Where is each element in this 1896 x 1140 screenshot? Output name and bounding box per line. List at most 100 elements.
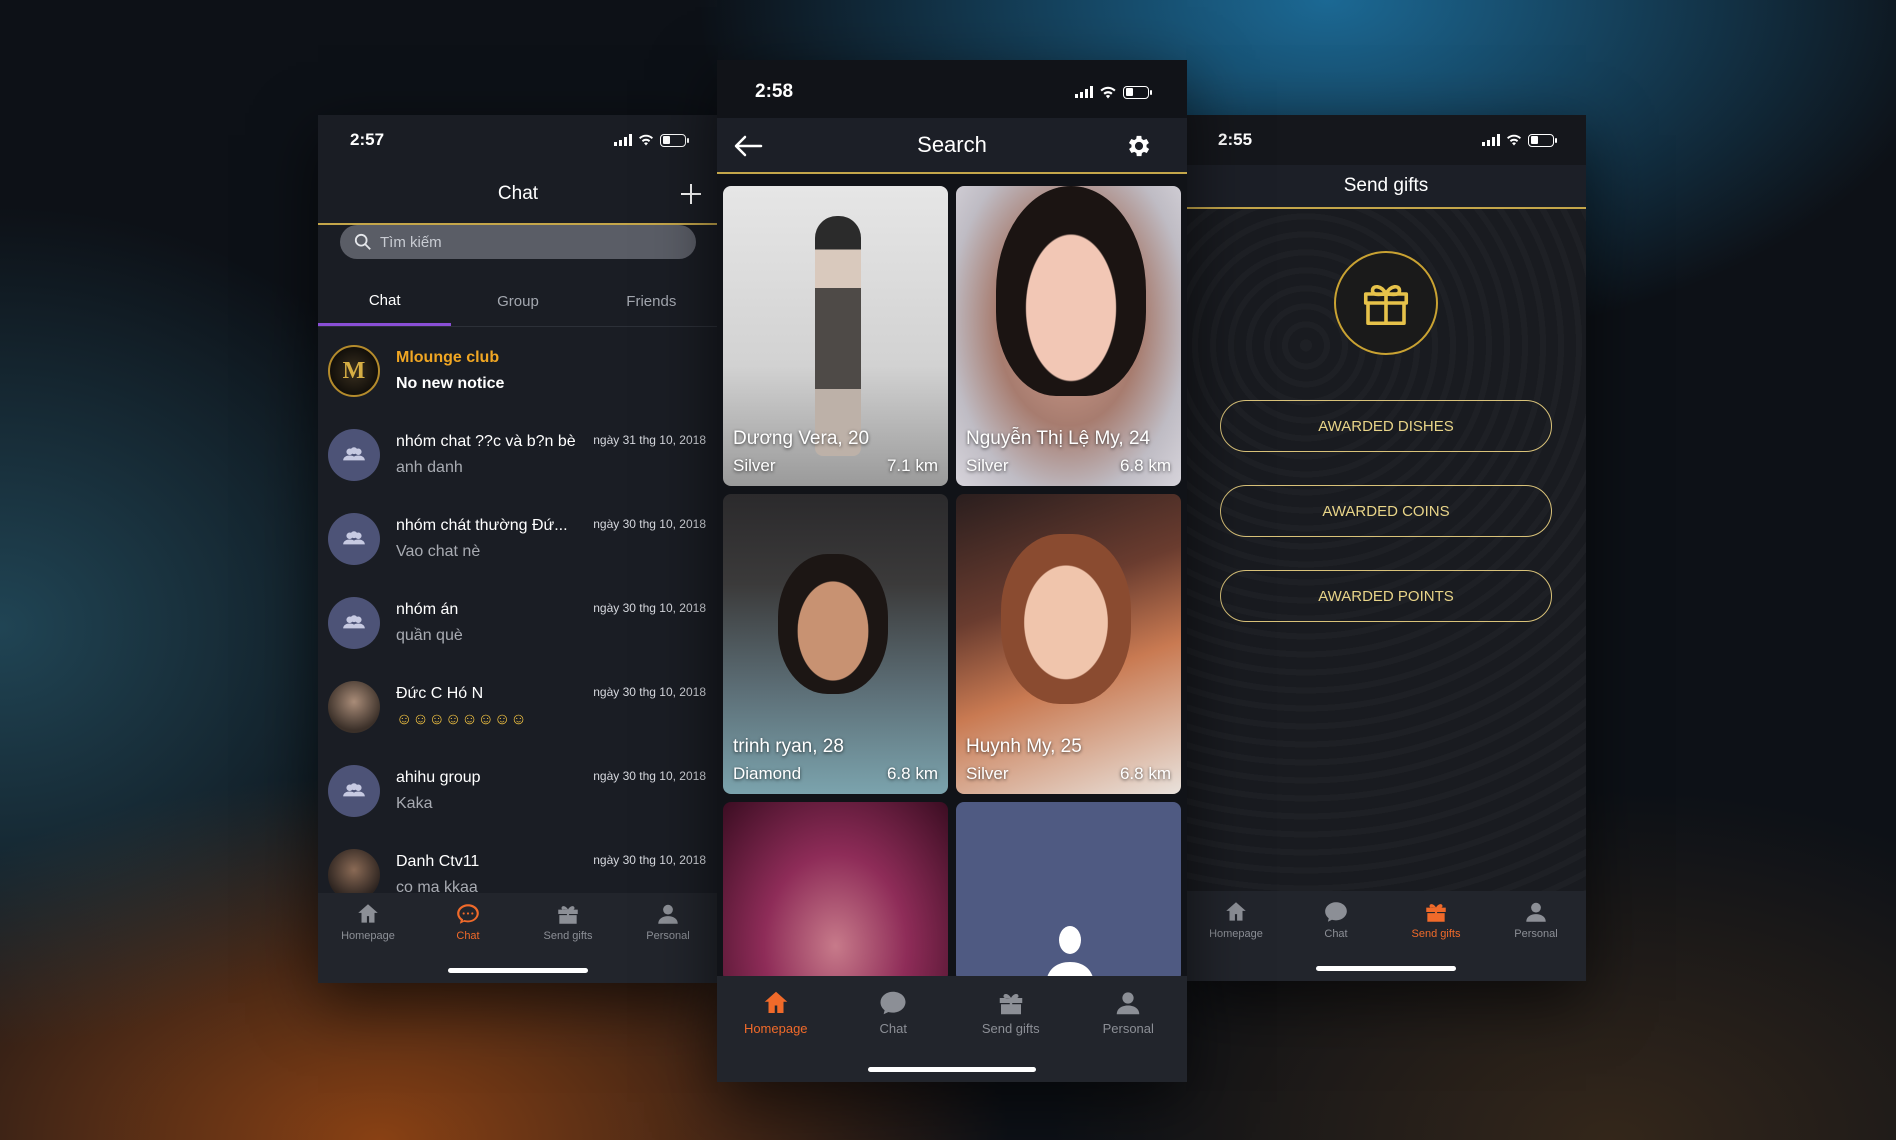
tab-chat[interactable]: Chat: [318, 277, 452, 326]
list-item[interactable]: nhóm chát thường Đứ... Vao chat nè ngày …: [318, 497, 718, 581]
chat-screen: 2:57 Chat Tìm kiếm Chat Group Friends M …: [318, 115, 718, 983]
battery-icon: [1123, 85, 1152, 99]
status-time: 2:55: [1218, 130, 1253, 149]
default-avatar-icon: [1046, 926, 1094, 982]
chat-list: M Mlounge club No new notice nhóm chat ?…: [318, 329, 718, 917]
person-icon: [658, 904, 678, 924]
person-icon: [1526, 902, 1546, 922]
tab-homepage[interactable]: Homepage: [717, 976, 835, 1082]
list-item[interactable]: nhóm chat ??c và b?n bè anh danh ngày 31…: [318, 413, 718, 497]
signal-icon: [1482, 134, 1500, 146]
profile-name: Huynh My, 25: [966, 736, 1082, 757]
profile-card[interactable]: trinh ryan, 28 Diamond 6.8 km: [723, 494, 948, 794]
tab-label: Homepage: [341, 930, 395, 942]
tab-personal[interactable]: Personal: [1486, 891, 1586, 981]
tab-label: Chat: [1324, 928, 1348, 940]
chat-message: Kaka: [396, 795, 433, 812]
tab-homepage[interactable]: Homepage: [1186, 891, 1286, 981]
page-title: Chat: [497, 183, 539, 204]
awarded-coins-button[interactable]: AWARDED COINS: [1220, 485, 1552, 537]
back-arrow-icon[interactable]: [733, 134, 763, 158]
tab-label: Send gifts: [543, 930, 593, 942]
group-icon: [328, 513, 380, 565]
avatar: [328, 681, 380, 733]
tab-homepage[interactable]: Homepage: [318, 893, 418, 983]
profile-distance: 6.8 km: [886, 764, 938, 783]
chat-message: anh danh: [396, 459, 463, 476]
status-icons: [1075, 85, 1152, 99]
search-screen: 2:58 Search Dương Vera, 20 Silver 7.1 km…: [717, 60, 1187, 1082]
wifi-icon: [1100, 86, 1116, 98]
gift-badge: [1334, 251, 1438, 355]
tab-label: Chat: [456, 930, 480, 942]
home-indicator: [1316, 966, 1456, 971]
list-item[interactable]: nhóm án quần què ngày 30 thg 10, 2018: [318, 581, 718, 665]
chat-date: ngày 30 thg 10, 2018: [593, 517, 706, 531]
profile-distance: 6.8 km: [1119, 456, 1171, 475]
tab-label: Personal: [1102, 1021, 1154, 1036]
list-item[interactable]: ahihu group Kaka ngày 30 thg 10, 2018: [318, 749, 718, 833]
home-indicator: [868, 1067, 1036, 1072]
search-icon: [354, 233, 371, 250]
profile-name: Nguyễn Thị Lệ My, 24: [966, 428, 1151, 449]
status-bar: 2:57: [318, 115, 718, 165]
search-header: Search: [717, 118, 1187, 174]
gift-icon: [1426, 904, 1446, 922]
awarded-dishes-button[interactable]: AWARDED DISHES: [1220, 400, 1552, 452]
page-title: Send gifts: [1343, 175, 1429, 196]
group-icon: [328, 429, 380, 481]
profile-level: Diamond: [733, 764, 802, 783]
chat-date: ngày 30 thg 10, 2018: [593, 685, 706, 699]
chat-name: nhóm chat ??c và b?n bè: [396, 433, 576, 450]
chat-bubble-icon: [457, 904, 479, 924]
profile-card[interactable]: Huynh My, 25 Silver 6.8 km: [956, 494, 1181, 794]
profile-level: Silver: [966, 456, 1009, 475]
profile-grid: Dương Vera, 20 Silver 7.1 km Nguyễn Thị …: [723, 186, 1181, 982]
chat-name: Mlounge club: [396, 349, 500, 366]
awarded-points-button[interactable]: AWARDED POINTS: [1220, 570, 1552, 622]
gear-icon[interactable]: [1125, 132, 1153, 160]
tab-personal[interactable]: Personal: [1070, 976, 1188, 1082]
status-time: 2:58: [755, 81, 794, 102]
status-bar: 2:55: [1186, 115, 1586, 165]
chat-date: ngày 30 thg 10, 2018: [593, 853, 706, 867]
chat-tabs: Chat Group Friends: [318, 277, 718, 327]
group-icon: [328, 597, 380, 649]
tab-label: Send gifts: [981, 1021, 1040, 1036]
search-input[interactable]: Tìm kiếm: [340, 225, 696, 259]
person-icon: [1117, 992, 1140, 1015]
list-item[interactable]: M Mlounge club No new notice: [318, 329, 718, 413]
chat-message: Vao chat nè: [396, 543, 481, 560]
tab-personal[interactable]: Personal: [618, 893, 718, 983]
search-placeholder: Tìm kiếm: [380, 233, 442, 251]
home-icon: [358, 904, 378, 923]
profile-card[interactable]: Nguyễn Thị Lệ My, 24 Silver 6.8 km: [956, 186, 1181, 486]
tab-friends[interactable]: Friends: [585, 277, 718, 326]
profile-distance: 7.1 km: [886, 456, 938, 475]
tab-label: Homepage: [743, 1021, 808, 1036]
tab-label: Homepage: [1209, 928, 1263, 940]
chat-bubble-icon: [880, 991, 906, 1015]
profile-level: Silver: [733, 456, 776, 475]
profile-distance: 6.8 km: [1119, 764, 1171, 783]
profile-card[interactable]: Dương Vera, 20 Silver 7.1 km: [723, 186, 948, 486]
wifi-icon: [1507, 134, 1521, 146]
chat-date: ngày 30 thg 10, 2018: [593, 601, 706, 615]
list-item[interactable]: Đức C Hó N ☺☺☺☺☺☺☺☺ ngày 30 thg 10, 2018: [318, 665, 718, 749]
gift-icon: [1363, 285, 1409, 326]
gift-icon: [999, 993, 1022, 1015]
group-icon: [328, 765, 380, 817]
chat-name: Đức C Hó N: [396, 685, 484, 702]
profile-card[interactable]: [956, 802, 1181, 982]
add-icon[interactable]: [678, 181, 704, 207]
page-title: Search: [917, 132, 987, 157]
chat-name: ahihu group: [396, 769, 481, 786]
profile-card[interactable]: [723, 802, 948, 982]
chat-name: nhóm chát thường Đứ...: [396, 517, 568, 534]
chat-message: quần què: [396, 627, 463, 644]
gift-icon: [558, 906, 578, 924]
signal-icon: [1075, 86, 1093, 98]
chat-name: nhóm án: [396, 601, 459, 618]
profile-name: Dương Vera, 20: [733, 428, 870, 449]
tab-group[interactable]: Group: [451, 277, 584, 326]
